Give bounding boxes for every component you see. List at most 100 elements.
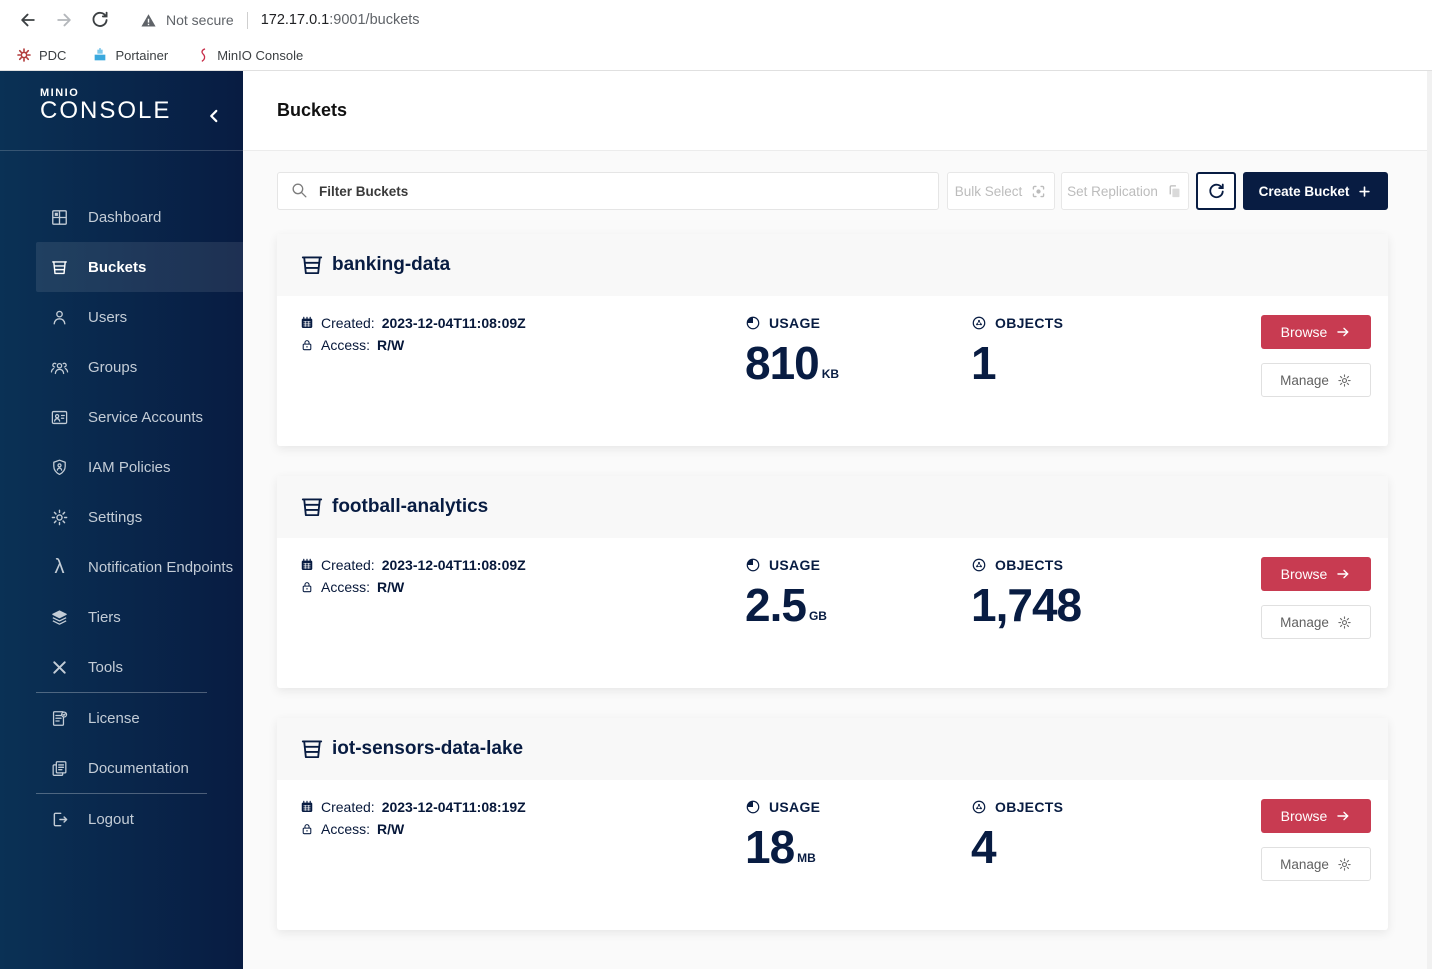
set-replication-label: Set Replication (1067, 183, 1158, 199)
sidebar-item-license[interactable]: License (36, 693, 243, 743)
dashboard-icon (50, 208, 69, 227)
sidebar-item-dashboard[interactable]: Dashboard (36, 192, 243, 242)
manage-button[interactable]: Manage (1261, 605, 1371, 639)
arrow-right-icon (1337, 811, 1349, 821)
objects-icon (972, 558, 986, 572)
arrow-right-icon (1337, 327, 1349, 337)
sidebar-item-label: Buckets (88, 258, 147, 276)
logout-icon (50, 810, 69, 829)
objects-label: OBJECTS (995, 799, 1064, 815)
sidebar-item-service-accounts[interactable]: Service Accounts (36, 392, 243, 442)
usage-stat: USAGE 2.5 GB (745, 557, 971, 639)
arrow-right-icon (1337, 569, 1349, 579)
bucket-name[interactable]: football-analytics (332, 496, 488, 518)
objects-icon (972, 800, 986, 814)
manage-button[interactable]: Manage (1261, 847, 1371, 881)
usage-unit: KB (821, 367, 840, 382)
sidebar-item-tools[interactable]: Tools (36, 642, 243, 692)
user-icon (50, 308, 69, 327)
sidebar-item-settings[interactable]: Settings (36, 492, 243, 542)
bucket-card-body: Created: 2023-12-04T11:08:19Z Access: R/… (277, 780, 1388, 881)
sidebar-item-label: Service Accounts (88, 408, 204, 426)
lambda-icon: λ (54, 556, 65, 578)
calendar-icon (301, 800, 313, 812)
usage-label: USAGE (769, 557, 821, 573)
sidebar-item-users[interactable]: Users (36, 292, 243, 342)
refresh-icon (1208, 183, 1224, 198)
sidebar-item-label: Groups (88, 358, 138, 376)
refresh-button[interactable] (1196, 172, 1236, 210)
shield-icon (50, 458, 69, 477)
bucket-name[interactable]: iot-sensors-data-lake (332, 738, 523, 760)
back-arrow-icon[interactable] (14, 6, 42, 34)
sidebar-collapse-chevron-icon[interactable] (203, 105, 229, 131)
sidebar-item-logout[interactable]: Logout (36, 794, 243, 844)
url-bar[interactable]: Not secure 172.17.0.1:9001/buckets (140, 11, 420, 29)
objects-stat: OBJECTS 1,748 (971, 557, 1261, 639)
sidebar-item-tiers[interactable]: Tiers (36, 592, 243, 642)
bucket-card-header[interactable]: banking-data (277, 234, 1388, 296)
bulk-select-icon (1032, 185, 1045, 197)
logo-console-text: CONSOLE (40, 97, 172, 124)
bucket-card-header[interactable]: football-analytics (277, 476, 1388, 538)
gear-icon (50, 508, 69, 527)
sidebar-item-groups[interactable]: Groups (36, 342, 243, 392)
groups-icon (50, 358, 69, 377)
bucket-card: football-analytics Created: 2023-12-04T1… (277, 476, 1388, 688)
sidebar-item-label: License (88, 709, 140, 727)
bulk-select-button[interactable]: Bulk Select (947, 172, 1055, 210)
reload-icon[interactable] (86, 6, 114, 34)
created-value: 2023-12-04T11:08:09Z (381, 315, 526, 331)
calendar-icon (301, 316, 313, 328)
gear-icon (1338, 857, 1351, 871)
usage-pie-icon (746, 558, 760, 572)
forward-arrow-icon[interactable] (50, 6, 78, 34)
objects-label: OBJECTS (995, 315, 1064, 331)
objects-value: 1 (971, 337, 997, 389)
sidebar-item-documentation[interactable]: Documentation (36, 743, 243, 793)
manage-label: Manage (1280, 372, 1329, 388)
bucket-icon (50, 258, 69, 277)
access-label: Access: (321, 337, 371, 353)
bucket-name[interactable]: banking-data (332, 254, 450, 276)
bucket-card: iot-sensors-data-lake Created: 2023-12-0… (277, 718, 1388, 930)
objects-icon (972, 316, 986, 330)
browse-button[interactable]: Browse (1261, 799, 1371, 833)
browse-button[interactable]: Browse (1261, 557, 1371, 591)
set-replication-button[interactable]: Set Replication (1061, 172, 1189, 210)
filter-buckets-input[interactable] (277, 172, 939, 210)
browse-label: Browse (1280, 808, 1328, 824)
usage-value: 810 (745, 337, 820, 389)
manage-label: Manage (1280, 856, 1329, 872)
service-accounts-icon (50, 408, 69, 427)
sidebar-item-notification-endpoints[interactable]: λ Notification Endpoints (36, 542, 243, 592)
sidebar-item-label: Settings (88, 508, 143, 526)
calendar-icon (301, 558, 313, 570)
sidebar: MINIO CONSOLE Dashboard Buckets Users Gr… (0, 71, 243, 969)
layers-icon (50, 608, 69, 627)
usage-stat: USAGE 810 KB (745, 315, 971, 397)
sidebar-item-iam-policies[interactable]: IAM Policies (36, 442, 243, 492)
objects-stat: OBJECTS 1 (971, 315, 1261, 397)
create-bucket-button[interactable]: Create Bucket (1243, 172, 1388, 210)
bookmark-label: PDC (39, 47, 67, 63)
bookmark-portainer[interactable]: Portainer (92, 47, 168, 63)
bookmark-pdc[interactable]: PDC (16, 47, 66, 63)
created-value: 2023-12-04T11:08:09Z (381, 557, 526, 573)
usage-value: 18 (745, 821, 795, 873)
browse-button[interactable]: Browse (1261, 315, 1371, 349)
minio-flamingo-icon (201, 48, 206, 62)
lock-icon (302, 340, 312, 351)
bookmark-minio-console[interactable]: MinIO Console (194, 47, 303, 63)
pdc-gear-icon (17, 48, 31, 62)
bucket-card-header[interactable]: iot-sensors-data-lake (277, 718, 1388, 780)
bucket-card: banking-data Created: 2023-12-04T11:08:0… (277, 234, 1388, 446)
sidebar-item-buckets[interactable]: Buckets (36, 242, 243, 292)
main-area: Buckets Bulk Select Set Replication (243, 71, 1432, 969)
manage-button[interactable]: Manage (1261, 363, 1371, 397)
sidebar-item-label: IAM Policies (88, 458, 171, 476)
objects-value: 1,748 (971, 579, 1082, 631)
sidebar-item-label: Logout (88, 810, 134, 828)
content: Bulk Select Set Replication Create Bucke… (243, 151, 1432, 930)
scrollbar[interactable] (1427, 71, 1432, 969)
